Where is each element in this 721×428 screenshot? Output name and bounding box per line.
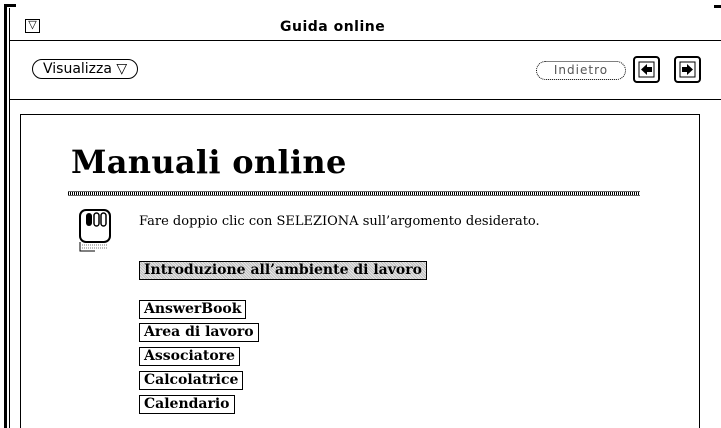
arrow-right-icon	[679, 61, 696, 78]
topic-link[interactable]: AnswerBook	[139, 300, 247, 319]
topic-link[interactable]: Introduzione all’ambiente di lavoro	[139, 261, 427, 280]
window-title: Guida online	[280, 19, 386, 35]
topic-link[interactable]: Calcolatrice	[139, 371, 244, 390]
topic-link[interactable]: Associatore	[139, 347, 240, 366]
window-corner	[714, 5, 721, 8]
page-title: Manuali online	[71, 143, 347, 181]
topic-link[interactable]: Calendario	[139, 395, 235, 414]
arrow-left-icon	[638, 61, 655, 78]
next-page-button[interactable]	[674, 56, 701, 83]
title-bar[interactable]: ▽ Guida online	[10, 16, 721, 41]
topic-link[interactable]: Area di lavoro	[139, 323, 259, 342]
help-content-panel: Manuali online Fare doppio clic con SELE…	[20, 114, 700, 428]
previous-page-button[interactable]	[633, 56, 660, 83]
instruction-text: Fare doppio clic con SELEZIONA sull’argo…	[139, 214, 540, 229]
view-menu-button[interactable]: Visualizza ▽	[32, 59, 139, 79]
mouse-icon	[79, 209, 111, 252]
control-bar: Visualizza ▽ Indietro	[10, 41, 721, 100]
title-divider	[68, 191, 640, 196]
help-window: ▽ Guida online Visualizza ▽ Indietro Man…	[0, 0, 721, 428]
back-button[interactable]: Indietro	[536, 61, 626, 80]
window-menu-icon: ▽	[28, 18, 37, 31]
window-menu-button[interactable]: ▽	[25, 18, 40, 33]
window-border	[4, 8, 7, 428]
